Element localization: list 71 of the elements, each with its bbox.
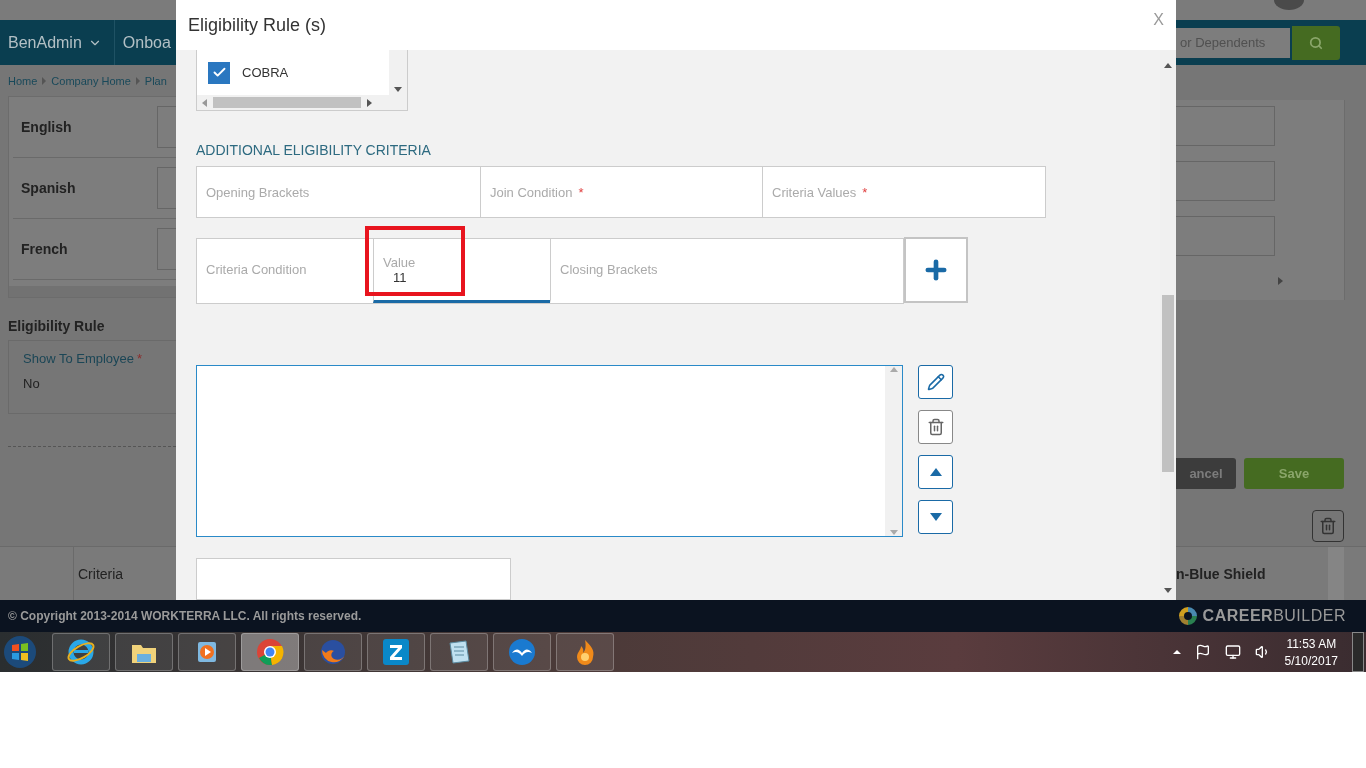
taskbar-app[interactable] xyxy=(430,633,488,671)
text-field[interactable] xyxy=(1176,106,1275,146)
taskbar-app[interactable] xyxy=(52,633,110,671)
trash-icon xyxy=(1319,517,1337,535)
edit-button[interactable] xyxy=(918,365,953,399)
scroll-right-icon xyxy=(365,98,373,107)
copyright-text: © Copyright 2013-2014 WORKTERRA LLC. All rights reserved. xyxy=(8,609,362,623)
clock[interactable]: 11:53 AM 5/10/2017 xyxy=(1284,636,1338,668)
breadcrumb-link[interactable]: Company Home xyxy=(51,75,131,87)
chrome-icon xyxy=(255,637,285,667)
nav-menu[interactable]: Onboa xyxy=(114,20,176,65)
add-button[interactable] xyxy=(904,237,968,303)
search-button[interactable] xyxy=(1292,25,1340,60)
cancel-button[interactable]: ancel xyxy=(1176,458,1236,489)
taskbar-app[interactable] xyxy=(367,633,425,671)
text-field[interactable] xyxy=(1176,161,1275,201)
chevron-right-icon xyxy=(40,77,49,85)
network-icon[interactable] xyxy=(1224,644,1241,660)
show-desktop-button[interactable] xyxy=(1352,632,1364,672)
nav-menu[interactable]: BenAdmin xyxy=(0,20,115,65)
logo-icon xyxy=(1178,607,1197,625)
taskbar-app[interactable] xyxy=(556,633,614,671)
language-label: Spanish xyxy=(20,180,77,196)
taskbar-app[interactable] xyxy=(178,633,236,671)
section-heading: ADDITIONAL ELIGIBILITY CRITERIA xyxy=(196,142,432,158)
dialog-title: Eligibility Rule (s) xyxy=(188,14,327,36)
scroll-right-icon xyxy=(1276,277,1284,285)
text-field[interactable] xyxy=(1176,216,1275,256)
required-mark: * xyxy=(137,351,143,366)
up-arrow-icon xyxy=(929,468,942,476)
language-label: French xyxy=(20,241,69,257)
search-icon xyxy=(1309,35,1323,50)
field-value: No xyxy=(23,376,41,391)
delete-button[interactable] xyxy=(1312,510,1344,542)
taskbar-app[interactable] xyxy=(115,633,173,671)
z-app-icon xyxy=(381,637,411,667)
checkbox-label: COBRA xyxy=(242,65,289,80)
down-arrow-icon xyxy=(929,513,942,521)
breadcrumb-link[interactable]: Plan xyxy=(144,75,167,87)
flag-icon[interactable] xyxy=(1194,644,1211,660)
field-label: Show To Employee * xyxy=(23,351,144,366)
browser-icon xyxy=(66,637,96,667)
delete-icon xyxy=(926,418,945,436)
scroll-up-icon xyxy=(889,366,898,374)
section-title: Eligibility Rule xyxy=(8,318,106,334)
horizontal-scrollbar[interactable] xyxy=(197,95,407,110)
scrollbar-thumb[interactable] xyxy=(1162,295,1174,472)
checkbox[interactable] xyxy=(208,61,230,84)
delete-button[interactable] xyxy=(918,410,953,444)
column-header: n-Blue Shield xyxy=(1176,565,1266,582)
down-button[interactable] xyxy=(918,500,953,534)
breadcrumb-link[interactable]: Home xyxy=(8,75,38,87)
edit-icon xyxy=(926,373,945,391)
close-button[interactable]: X xyxy=(1153,11,1164,29)
scroll-down-icon xyxy=(394,85,402,93)
firefox-icon xyxy=(318,637,348,667)
brand-logo: CAREERBUILDER xyxy=(1202,607,1346,625)
tray-expand-icon xyxy=(1172,648,1181,656)
taskbar-app[interactable] xyxy=(493,633,551,671)
scroll-down-icon xyxy=(889,528,898,536)
avatar-icon xyxy=(1274,0,1304,10)
chevron-right-icon xyxy=(133,77,142,85)
gull-app-icon xyxy=(507,637,537,667)
save-button[interactable]: Save xyxy=(1244,458,1344,489)
check-icon xyxy=(211,65,227,80)
column-header: Criteria xyxy=(78,565,124,582)
language-label: English xyxy=(20,119,73,135)
up-button[interactable] xyxy=(918,455,953,489)
scroll-down-icon xyxy=(1164,586,1172,594)
scroll-up-icon xyxy=(1164,62,1172,70)
scroll-left-icon xyxy=(201,98,209,107)
